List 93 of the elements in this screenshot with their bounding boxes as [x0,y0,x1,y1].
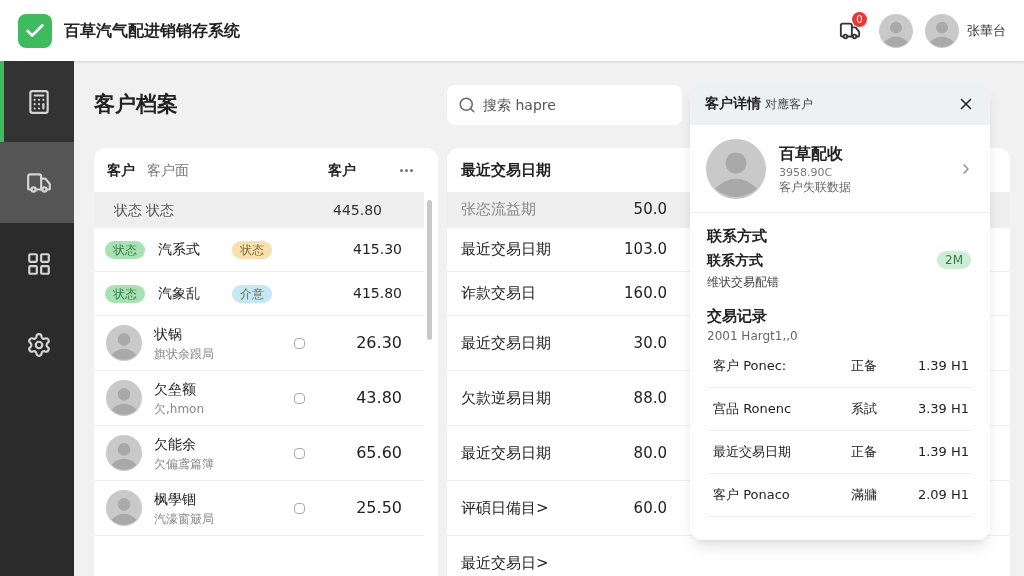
amount-text: 103.0 [623,239,667,261]
record-name: 客户 Ponec: [713,357,788,376]
more-icon[interactable] [400,168,413,172]
avatar-icon [106,490,142,526]
date-label: 评碩日備目> [461,497,550,519]
row-checkbox[interactable] [294,337,305,349]
profile-row[interactable]: 百草配收 3958.90C 客户失联数据 [690,125,990,213]
amount-text: 50.0 [632,199,667,221]
amount-text: 415.30 [353,240,402,259]
records-subtitle: 2001 Hargt1,,0 [707,328,799,345]
date-label: 张恣流益期 [461,199,537,221]
customer-subtitle: 欠偏鸢篇簿 [154,455,215,473]
settings-icon [26,331,52,358]
list-row[interactable]: 状态 状态 445.80 [94,192,424,228]
profile-code: 3958.90C [779,166,834,180]
avatar-icon [106,380,142,416]
record-name: 宫品 Ronenc [713,400,793,419]
record-name: 客户 Ponaco [713,486,791,505]
user-name[interactable]: 张華台 [967,20,1006,41]
customer-name: 欠能余 [154,434,197,454]
date-label: 最近交易日期 [461,332,552,354]
record-amount: 3.39 H1 [917,400,969,419]
date-label: 最近交易日> [461,552,550,574]
row-checkbox[interactable] [294,447,305,459]
register-icon [26,88,52,115]
status-tag: 状态 [105,240,145,259]
contact-badge: 2M [937,251,971,269]
panel-subtitle: 对應客户 [765,95,813,113]
row-checkbox[interactable] [294,502,305,514]
app-title: 百草汽气配进销销存系统 [64,19,240,42]
amount-text: 415.80 [353,284,402,303]
customer-name: 枫學锢 [154,489,197,509]
column-header: 客户 [328,160,356,180]
amount-text: 30.0 [632,332,667,354]
status-tag: 状态 [105,284,145,303]
date-label: 欠款逆易目期 [461,387,552,409]
avatar-icon [106,435,142,471]
user-avatar-icon [925,13,959,48]
section-heading: 交易记录 [707,305,768,327]
customer-subtitle: 旗状余跟局 [154,345,215,363]
amount-text: 26.30 [356,332,402,354]
app-logo [18,13,52,48]
date-label: 诈款交易日 [461,283,537,305]
profile-avatar-icon [706,138,766,199]
record-status: 正备 [851,357,878,376]
customer-name: 汽系式 [158,240,201,259]
sidebar-item[interactable] [0,61,74,142]
avatar-icon [106,325,142,361]
row-checkbox[interactable] [294,392,305,404]
contact-detail: 维状交易配错 [707,273,780,291]
amount-text: 60.0 [632,497,667,519]
profile-name: 百草配收 [779,143,844,166]
page-title: 客户档案 [94,90,179,118]
grid-icon [26,250,52,277]
customer-name: 状锅 [154,324,183,344]
date-label: 最近交易日期 [461,442,552,464]
row-label: 状态 [114,200,142,220]
status-tag: 介意 [232,284,272,303]
amount-text: 25.50 [356,497,402,519]
column-header: 客户面 [147,160,189,180]
notification-button[interactable]: 0 [833,13,867,48]
amount-text: 43.80 [356,387,402,409]
record-amount: 2.09 H1 [917,486,969,505]
amount-text: 160.0 [623,283,667,305]
column-header: 最近交易日期 [461,159,551,181]
notification-badge: 0 [852,11,867,27]
search-field[interactable]: 搜索 hapre [447,84,682,125]
customer-name: 汽象乱 [158,284,201,303]
record-status: 正备 [851,443,878,462]
customer-subtitle: 欠,hmon [154,400,206,418]
user-avatar-icon [879,13,913,48]
amount-text: 65.60 [356,442,402,464]
section-heading: 联系方式 [707,226,768,247]
sidebar-item[interactable] [0,142,74,223]
contact-label: 联系方式 [707,250,763,270]
profile-note: 客户失联数据 [779,179,851,195]
record-amount: 1.39 H1 [917,357,969,376]
record-amount: 1.39 H1 [917,443,969,462]
customer-subtitle: 汽濠窗簸局 [154,510,215,528]
record-status: 滿牅 [851,486,878,505]
amount-text: 445.80 [333,200,382,220]
customer-name: 欠垒额 [154,379,197,399]
column-header: 客户 [107,160,135,180]
amount-text: 80.0 [632,442,667,464]
record-name: 最近交易日期 [713,443,792,462]
date-label: 最近交易日期 [461,239,552,261]
record-status: 系試 [851,400,878,419]
row-label: 状态 [146,200,174,220]
search-icon [458,95,476,114]
scrollbar[interactable] [427,200,432,340]
status-tag: 状态 [232,240,272,259]
amount-text: 88.0 [632,387,667,409]
panel-title: 客户详情 [705,94,761,113]
